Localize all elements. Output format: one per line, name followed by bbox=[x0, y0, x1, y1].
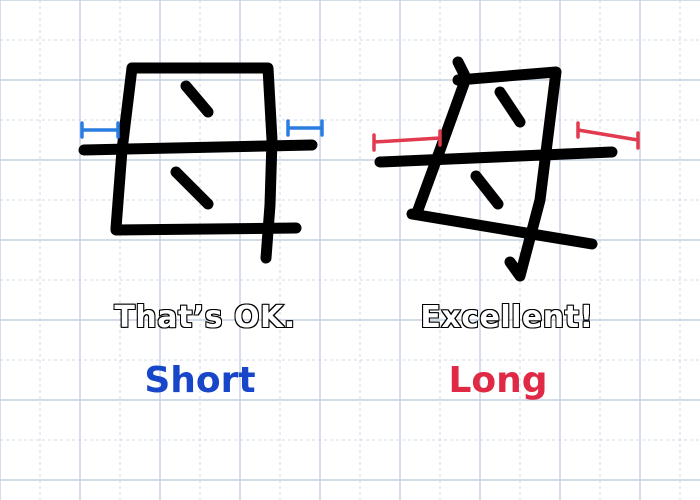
grid-canvas bbox=[0, 0, 700, 500]
short-length-markers bbox=[80, 119, 324, 139]
left-kanji-bottom-stroke bbox=[110, 222, 302, 236]
kanji-long-stroke-version bbox=[374, 56, 618, 282]
stroke-length-label-short: Short bbox=[144, 360, 256, 401]
left-kanji-dot-upper bbox=[180, 80, 214, 118]
graph-paper-grid bbox=[0, 0, 700, 500]
right-kanji-left-stroke bbox=[412, 56, 472, 216]
left-blue-marker-left bbox=[80, 121, 120, 139]
left-kanji-dot-lower bbox=[170, 166, 214, 210]
right-red-marker-left bbox=[372, 129, 442, 152]
long-length-markers bbox=[372, 121, 640, 152]
stroke-length-label-long: Long bbox=[448, 360, 548, 401]
verdict-label-right: Excellent! bbox=[419, 299, 594, 336]
kanji-short-stroke-version bbox=[78, 62, 318, 264]
left-blue-marker-right bbox=[286, 119, 324, 137]
left-kanji-horizontal-stroke bbox=[78, 139, 318, 156]
right-red-marker-right bbox=[576, 121, 640, 150]
right-kanji-dot-upper bbox=[494, 86, 526, 128]
verdict-label-left: That’s OK. bbox=[113, 299, 296, 336]
